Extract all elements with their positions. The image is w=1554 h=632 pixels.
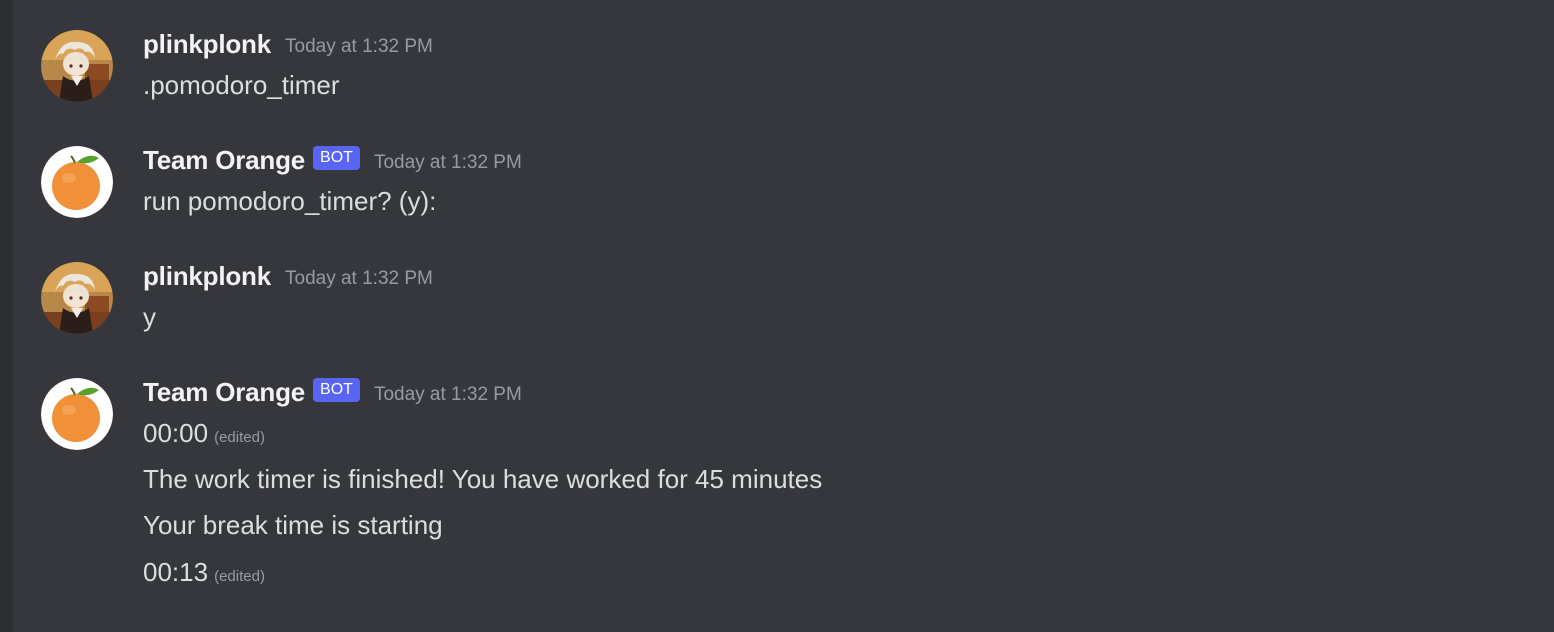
message-text: y — [143, 302, 156, 332]
timestamp[interactable]: Today at 1:32 PM — [374, 152, 522, 174]
timer-text: 00:13 (edited) — [143, 557, 265, 588]
timestamp[interactable]: Today at 1:32 PM — [285, 268, 433, 290]
chat-window: plinkplonk Today at 1:32 PM .pomodoro_tim… — [0, 0, 1554, 632]
timer-value: 00:13 — [143, 557, 209, 587]
username[interactable]: plinkplonk — [143, 29, 271, 60]
message-header: plinkplonk Today at 1:32 PM — [143, 261, 433, 297]
timestamp[interactable]: Today at 1:32 PM — [285, 36, 433, 58]
timestamp[interactable]: Today at 1:32 PM — [374, 384, 522, 406]
bot-avatar[interactable] — [41, 378, 113, 450]
message-header: plinkplonk Today at 1:32 PM — [143, 29, 433, 65]
message-header: Team Orange BOT Today at 1:32 PM — [143, 145, 522, 181]
orange-fruit-avatar-icon — [41, 146, 113, 218]
user-avatar[interactable] — [41, 262, 113, 334]
timer-value: 00:00 — [143, 418, 209, 448]
anime-character-avatar-icon — [41, 262, 113, 334]
username[interactable]: Team Orange — [143, 377, 305, 408]
bot-badge: BOT — [313, 145, 360, 170]
timer-text: 00:00 (edited) — [143, 418, 265, 449]
message-text: run pomodoro_timer? (y): — [143, 186, 437, 216]
message-text: .pomodoro_timer — [143, 70, 340, 100]
username[interactable]: Team Orange — [143, 145, 305, 176]
edited-label: (edited) — [214, 429, 265, 446]
orange-fruit-avatar-icon — [41, 378, 113, 450]
message-header: Team Orange BOT Today at 1:32 PM — [143, 377, 522, 413]
edited-label: (edited) — [214, 568, 265, 585]
user-avatar[interactable] — [41, 30, 113, 102]
sidebar-edge — [0, 0, 13, 632]
message-text: Your break time is starting — [143, 510, 443, 540]
message-text: The work timer is finished! You have wor… — [143, 464, 823, 494]
bot-avatar[interactable] — [41, 146, 113, 218]
username[interactable]: plinkplonk — [143, 261, 271, 292]
anime-character-avatar-icon — [41, 30, 113, 102]
bot-badge: BOT — [313, 377, 360, 402]
